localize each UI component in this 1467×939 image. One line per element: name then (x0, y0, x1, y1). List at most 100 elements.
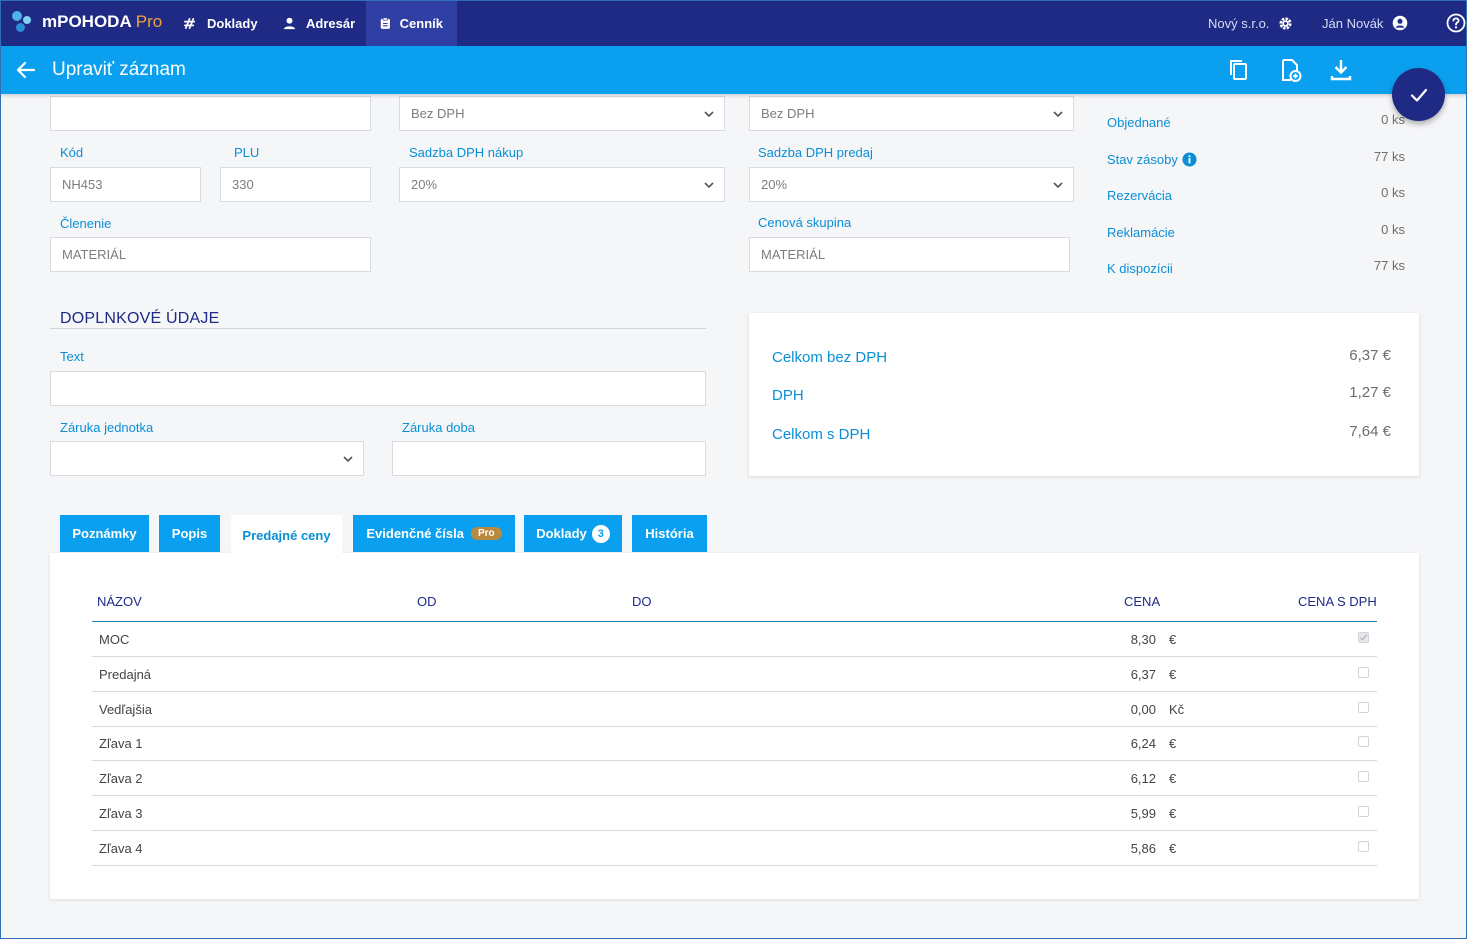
col-header-price-vat[interactable]: CENA S DPH (1298, 594, 1377, 609)
price-group-input[interactable]: MATERIÁL (749, 237, 1070, 272)
price-type-value: Bez DPH (411, 106, 465, 121)
vat-sell-select[interactable]: 20% (749, 167, 1074, 202)
tab-popis[interactable]: Popis (159, 515, 220, 552)
stock-available-label: K dispozícii (1107, 261, 1173, 276)
table-row[interactable]: Zľava 3 5,99 € (92, 796, 1377, 831)
gear-icon (1279, 16, 1293, 30)
nav-doklady[interactable]: Doklady (169, 0, 272, 46)
documents-icon (184, 17, 196, 29)
warranty-unit-select[interactable] (50, 441, 364, 476)
clipboard-icon (380, 16, 390, 29)
kod-input[interactable]: NH453 (50, 167, 201, 202)
sell-price-type-select[interactable]: Bez DPH (749, 96, 1074, 131)
row-name: Zľava 1 (99, 736, 143, 752)
help-icon (1446, 13, 1466, 33)
chevron-down-icon (1053, 111, 1063, 118)
back-arrow-icon[interactable] (14, 58, 38, 82)
brand-pro: Pro (135, 12, 163, 31)
tab-poznamky[interactable]: Poznámky (60, 515, 149, 552)
clenenie-input[interactable]: MATERIÁL (50, 237, 371, 272)
stock-reserved-value: 0 ks (1381, 185, 1405, 200)
price-with-vat-checkbox[interactable] (1358, 736, 1369, 748)
total-without-vat-label: Celkom bez DPH (772, 349, 888, 366)
tab-historia-label: História (645, 526, 694, 541)
person-icon (283, 17, 296, 29)
vat-buy-value: 20% (411, 177, 438, 192)
price-with-vat-checkbox[interactable] (1358, 701, 1369, 713)
text-input[interactable] (50, 371, 706, 406)
kod-label: Kód (60, 145, 84, 160)
vat-sell-value: 20% (761, 177, 788, 192)
nav-adresar[interactable]: Adresár (268, 0, 369, 46)
stock-complaints-value: 0 ks (1381, 222, 1405, 237)
checkmark-icon (1410, 88, 1427, 102)
nav-cennik-label: Cenník (399, 15, 443, 31)
stock-ordered-label: Objednané (1107, 115, 1171, 130)
price-with-vat-checkbox[interactable] (1358, 840, 1369, 852)
price-with-vat-checkbox[interactable] (1358, 806, 1369, 817)
user-circle-icon (1393, 15, 1408, 31)
row-name: Zľava 4 (99, 840, 143, 856)
logo-icon (12, 11, 34, 33)
table-row[interactable]: Zľava 4 5,86 € (92, 831, 1377, 866)
add-document-icon[interactable] (1277, 57, 1303, 83)
copy-icon[interactable] (1226, 57, 1252, 83)
total-with-vat-label: Celkom s DPH (772, 426, 871, 443)
pro-badge: Pro (470, 527, 502, 540)
row-currency: € (1169, 666, 1177, 682)
row-name: Vedľajšia (99, 701, 152, 717)
app-logo[interactable]: mPOHODA Pro (12, 11, 162, 33)
tab-predajne-ceny[interactable]: Predajné ceny (231, 515, 342, 555)
stock-level-label: Stav zásoby (1107, 152, 1197, 167)
totals-card: Celkom bez DPH 6,37 € DPH 1,27 € Celkom … (749, 313, 1419, 476)
brand-name: mPOHODA (42, 12, 132, 31)
row-name: Zľava 3 (99, 806, 143, 821)
info-icon[interactable] (1182, 152, 1197, 167)
section-title: DOPLNKOVÉ ÚDAJE (60, 310, 220, 327)
vat-value: 1,27 € (1349, 384, 1391, 401)
price-with-vat-checkbox[interactable] (1358, 632, 1369, 643)
col-header-name[interactable]: NÁZOV (97, 594, 142, 609)
warranty-unit-label: Záruka jednotka (60, 420, 154, 435)
table-row[interactable]: MOC 8,30 € (92, 622, 1377, 657)
text-label: Text (60, 349, 84, 364)
plu-label: PLU (234, 145, 260, 160)
tab-doklady[interactable]: Doklady 3 (524, 515, 622, 552)
table-row[interactable]: Zľava 2 6,12 € (92, 761, 1377, 797)
row-price: 5,86 (1130, 840, 1156, 856)
save-button[interactable] (1392, 68, 1445, 121)
col-header-price[interactable]: CENA (1124, 594, 1160, 609)
download-icon[interactable] (1328, 57, 1354, 83)
price-type-select[interactable]: Bez DPH (399, 96, 725, 131)
table-row[interactable]: Zľava 1 6,24 € (92, 726, 1377, 762)
row-price: 6,12 (1130, 771, 1156, 787)
stock-complaints-label: Reklamácie (1107, 225, 1175, 240)
user-menu[interactable]: Ján Novák (1322, 0, 1408, 46)
user-name: Ján Novák (1322, 15, 1384, 31)
price-with-vat-checkbox[interactable] (1358, 771, 1369, 783)
table-row[interactable]: Vedľajšia 0,00 Kč (92, 692, 1377, 727)
company-name: Nový s.r.o. (1208, 15, 1270, 31)
stock-reserved-label: Rezervácia (1107, 188, 1173, 203)
tab-historia[interactable]: História (632, 515, 707, 552)
stock-level-text: Stav zásoby (1107, 152, 1178, 167)
chevron-down-icon (704, 111, 714, 118)
plu-input[interactable]: 330 (220, 167, 371, 202)
page-header: Upraviť záznam (0, 46, 1467, 94)
col-header-to[interactable]: DO (632, 594, 652, 609)
company-switcher[interactable]: Nový s.r.o. (1208, 0, 1293, 46)
nav-cennik[interactable]: Cenník (366, 0, 457, 46)
tab-popis-label: Popis (171, 526, 208, 541)
vat-buy-select[interactable]: 20% (399, 167, 725, 202)
warranty-period-input[interactable] (392, 441, 706, 476)
tab-poznamky-label: Poznámky (72, 526, 137, 541)
col-header-from[interactable]: OD (417, 594, 437, 609)
row-currency: € (1169, 736, 1177, 752)
tab-evidencne-cisla[interactable]: Evidenčné čísla Pro (353, 515, 515, 552)
price-with-vat-checkbox[interactable] (1358, 666, 1369, 678)
top-navigation: mPOHODA Pro Doklady Adresár Cenník Nový … (0, 0, 1467, 46)
row-currency: € (1169, 632, 1177, 647)
help-button[interactable] (1437, 0, 1466, 46)
table-row[interactable]: Predajná 6,37 € (92, 657, 1377, 692)
top-left-field[interactable] (50, 96, 371, 131)
